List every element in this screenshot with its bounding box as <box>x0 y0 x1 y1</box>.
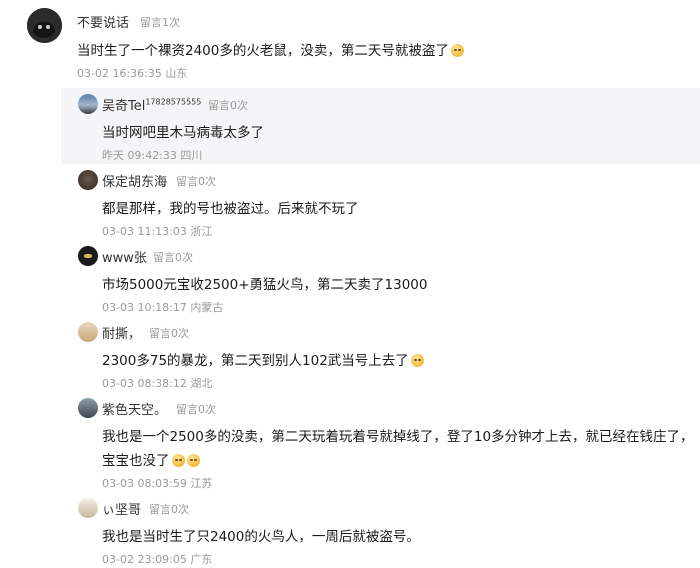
face-emoji-icon <box>186 454 200 467</box>
logo-icon <box>84 254 92 258</box>
reply-meta: 昨天 09:42:33 四川 <box>102 149 203 162</box>
reply-meta: 03-03 08:38:12 湖北 <box>102 377 213 390</box>
reply-item: www张 留言0次 市场5000元宝收2500+勇猛火鸟，第二天卖了13000 … <box>61 240 700 316</box>
main-comment: 不要说话 留言1次 当时生了一个裸资2400多的火老鼠，没卖，第二天号就被盗了 … <box>0 0 700 88</box>
avatar[interactable] <box>78 94 98 114</box>
reply-text: 2300多75的暴龙，第二天到别人102武当号上去了 <box>102 349 424 369</box>
comment-text: 当时生了一个裸资2400多的火老鼠，没卖，第二天号就被盗了 <box>77 39 464 59</box>
reply-meta: 03-03 10:18:17 内蒙古 <box>102 301 224 314</box>
reply-list: 吴奇Tel17828575555 留言0次 当时网吧里木马病毒太多了 昨天 09… <box>61 88 700 568</box>
reply-text: 我也是当时生了只2400的火鸟人，一周后就被盗号。 <box>102 529 420 545</box>
reply-nickname[interactable]: 耐撕， <box>102 323 141 342</box>
face-emoji-icon <box>171 454 185 467</box>
reply-meta: 03-03 08:03:59 江苏 <box>102 477 213 490</box>
reply-nickname[interactable]: 保定胡东海 <box>102 171 167 190</box>
face-emoji-icon <box>450 44 464 57</box>
avatar[interactable] <box>78 498 98 518</box>
message-count: 留言0次 <box>149 503 189 516</box>
reply-item: 吴奇Tel17828575555 留言0次 当时网吧里木马病毒太多了 昨天 09… <box>61 88 700 164</box>
comment-meta: 03-02 16:36:35 山东 <box>77 67 188 80</box>
avatar[interactable] <box>78 322 98 342</box>
reply-nickname[interactable]: 紫色天空。 <box>102 399 167 418</box>
reply-text: 当时网吧里木马病毒太多了 <box>102 125 264 141</box>
comment-nickname[interactable]: 不要说话 <box>77 12 129 31</box>
message-count: 留言0次 <box>176 403 216 416</box>
reply-meta: 03-02 23:09:05 广东 <box>102 553 213 566</box>
reply-item: 保定胡东海 留言0次 都是那样，我的号也被盗过。后来就不玩了 03-03 11:… <box>61 164 700 240</box>
reply-text: 我也是一个2500多的没卖，第二天玩着玩着号就掉线了，登了10多分钟才上去，就已… <box>102 429 694 445</box>
reply-text-line2: 宝宝也没了 <box>102 449 200 469</box>
message-count: 留言0次 <box>176 175 216 188</box>
message-count: 留言0次 <box>208 99 248 112</box>
avatar[interactable] <box>78 246 98 266</box>
reply-meta: 03-03 11:13:03 浙江 <box>102 225 213 238</box>
message-count: 留言0次 <box>153 251 193 264</box>
reply-nickname[interactable]: ぃ坚哥 <box>102 499 141 518</box>
avatar[interactable] <box>78 398 98 418</box>
reply-item: ぃ坚哥 留言0次 我也是当时生了只2400的火鸟人，一周后就被盗号。 03-02… <box>61 492 700 568</box>
avatar[interactable] <box>27 8 62 43</box>
message-count: 留言1次 <box>140 16 180 29</box>
reply-text: 市场5000元宝收2500+勇猛火鸟，第二天卖了13000 <box>102 277 428 293</box>
reply-nickname[interactable]: 吴奇Tel17828575555 <box>102 95 201 114</box>
cat-avatar-icon <box>27 8 62 43</box>
message-count: 留言0次 <box>149 327 189 340</box>
reply-nickname[interactable]: www张 <box>102 247 147 266</box>
reply-item: 耐撕， 留言0次 2300多75的暴龙，第二天到别人102武当号上去了 03-0… <box>61 316 700 392</box>
reply-item: 紫色天空。 留言0次 我也是一个2500多的没卖，第二天玩着玩着号就掉线了，登了… <box>61 392 700 492</box>
face-emoji-icon <box>410 354 424 367</box>
reply-text: 都是那样，我的号也被盗过。后来就不玩了 <box>102 201 359 217</box>
avatar[interactable] <box>78 170 98 190</box>
